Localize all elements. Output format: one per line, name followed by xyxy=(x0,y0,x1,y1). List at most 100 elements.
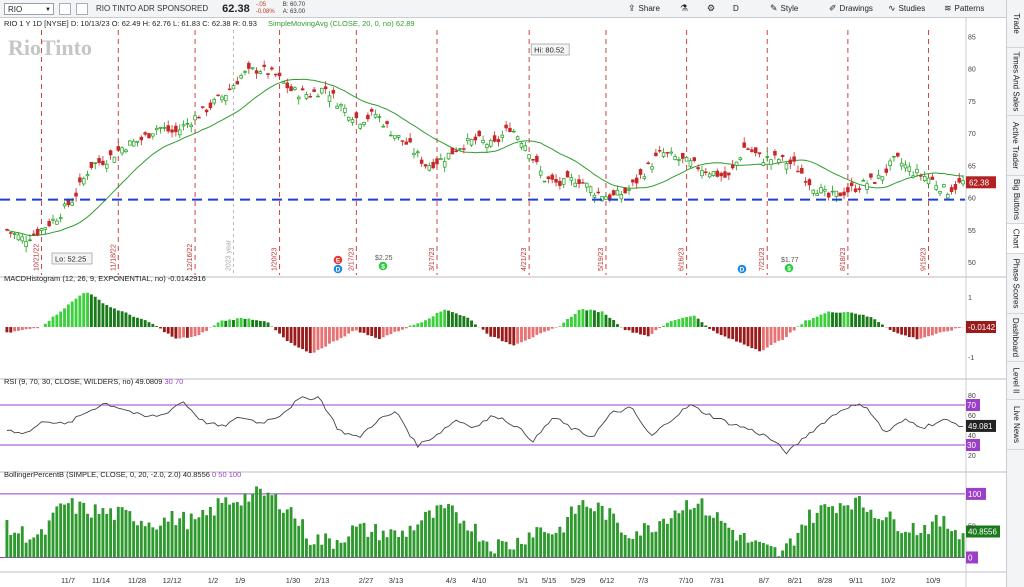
candle-body xyxy=(550,174,554,180)
settings-button[interactable]: ⚙ xyxy=(707,0,718,17)
candle-body xyxy=(78,177,82,183)
share-icon: ⇪ xyxy=(628,3,636,13)
candle-body xyxy=(585,182,589,188)
candle-body xyxy=(826,192,831,198)
candle-body xyxy=(707,173,712,178)
side-tab-times-and-sales[interactable]: Times And Sales xyxy=(1007,48,1024,116)
event-value: $2.25 xyxy=(375,255,393,262)
side-tab-dashboard[interactable]: Dashboard xyxy=(1007,314,1024,362)
style-button[interactable]: ✎ Style xyxy=(770,0,798,17)
company-name: RIO TINTO ADR SPONSORED xyxy=(96,4,209,13)
candle-body xyxy=(308,95,313,98)
candle-body xyxy=(807,179,812,186)
hi-label: Hi: 80.52 xyxy=(534,46,564,55)
candle-body xyxy=(861,180,865,182)
candle-body xyxy=(273,73,278,76)
candle-body xyxy=(270,67,274,70)
x-tick-label: 10/2 xyxy=(881,576,896,585)
candle-body xyxy=(439,158,443,160)
x-tick-label: 5/15 xyxy=(542,576,557,585)
candle-body xyxy=(942,184,946,188)
side-tab-label: Times And Sales xyxy=(1011,51,1021,112)
side-tab-live-news[interactable]: Live News xyxy=(1007,400,1024,450)
candle-body xyxy=(404,141,409,145)
period-marker-label: 4/21/23 xyxy=(521,248,528,271)
candle-body xyxy=(876,174,881,179)
rsi-last-tag-label: 49.081 xyxy=(968,422,993,431)
candle-body xyxy=(646,162,650,165)
symbol-input[interactable]: RIO ▼ xyxy=(4,2,54,15)
candle-body xyxy=(293,87,297,90)
candle-body xyxy=(884,168,889,173)
x-tick-label: 1/30 xyxy=(286,576,301,585)
candle-body xyxy=(926,177,931,185)
side-tab-level-ii[interactable]: Level II xyxy=(1007,362,1024,400)
bb-0-tag-label: 0 xyxy=(968,553,973,562)
drawings-label: Drawings xyxy=(839,4,873,13)
candle-body xyxy=(715,170,720,177)
candle-body xyxy=(224,94,228,102)
candle-body xyxy=(569,177,574,181)
candle-body xyxy=(815,193,819,196)
chevron-down-icon: ▼ xyxy=(45,6,51,13)
side-tab-big-buttons[interactable]: Big Buttons xyxy=(1007,176,1024,224)
studies-flask-button[interactable]: ⚗ xyxy=(680,0,691,17)
candle-body xyxy=(849,182,854,187)
candle-body xyxy=(546,176,551,180)
link-icon[interactable] xyxy=(59,2,71,15)
candle-body xyxy=(181,124,186,127)
candle-body xyxy=(619,194,624,200)
candle-body xyxy=(592,194,597,198)
side-tab-chart[interactable]: Chart xyxy=(1007,224,1024,254)
candle-body xyxy=(162,127,167,129)
candle-body xyxy=(128,140,132,146)
candle-body xyxy=(903,164,908,169)
candle-body xyxy=(515,136,520,141)
studies-button[interactable]: ∿ Studies xyxy=(888,0,925,17)
x-tick-label: 3/13 xyxy=(389,576,404,585)
x-tick-label: 2/27 xyxy=(359,576,374,585)
candle-body xyxy=(462,148,466,150)
candle-body xyxy=(727,172,731,176)
side-tab-active-trader[interactable]: Active Trader xyxy=(1007,116,1024,176)
rsi-tick-label: 60 xyxy=(968,413,976,420)
candle-body xyxy=(531,159,535,161)
x-tick-label: 5/1 xyxy=(518,576,528,585)
candle-body xyxy=(243,71,247,73)
candle-body xyxy=(769,159,773,166)
side-tab-phase-scores[interactable]: Phase Scores xyxy=(1007,254,1024,314)
candle-body xyxy=(700,170,704,177)
patterns-label: Patterns xyxy=(954,4,985,13)
event-icon-label: $ xyxy=(381,264,385,271)
studies-icon: ∿ xyxy=(888,3,896,13)
candle-body xyxy=(907,166,912,172)
candle-body xyxy=(358,123,362,129)
candle-body xyxy=(20,236,25,242)
candle-body xyxy=(504,124,508,129)
patterns-button[interactable]: ≋ Patterns xyxy=(944,0,984,17)
candle-body xyxy=(112,156,117,163)
drawings-button[interactable]: ✐ Drawings xyxy=(829,0,873,17)
candle-body xyxy=(39,228,44,231)
side-tab-trade[interactable]: Trade xyxy=(1007,0,1024,48)
share-button[interactable]: ⇪ Share xyxy=(628,0,660,17)
side-tab-label: Big Buttons xyxy=(1011,179,1021,220)
candle-body xyxy=(327,95,332,103)
candle-body xyxy=(673,156,677,160)
candle-body xyxy=(346,116,351,121)
gear-icon: ⚙ xyxy=(707,3,716,13)
candle-body xyxy=(408,138,412,143)
candle-body xyxy=(166,125,170,132)
candle-body xyxy=(611,190,616,196)
chart-area[interactable]: RioTinto RIO 1 Y 1D [NYSE] D: 10/13/23 O:… xyxy=(0,17,1006,587)
candle-body xyxy=(419,159,424,164)
candle-body xyxy=(473,136,478,141)
candle-body xyxy=(300,88,305,91)
period-button[interactable]: D xyxy=(733,0,739,17)
info-icon[interactable] xyxy=(76,2,88,15)
candle-body xyxy=(899,162,904,167)
period-marker-label: 3/17/23 xyxy=(429,248,436,271)
candle-body xyxy=(738,157,743,160)
candle-body xyxy=(193,115,197,121)
period-marker-label: 1/20/23 xyxy=(272,248,279,271)
